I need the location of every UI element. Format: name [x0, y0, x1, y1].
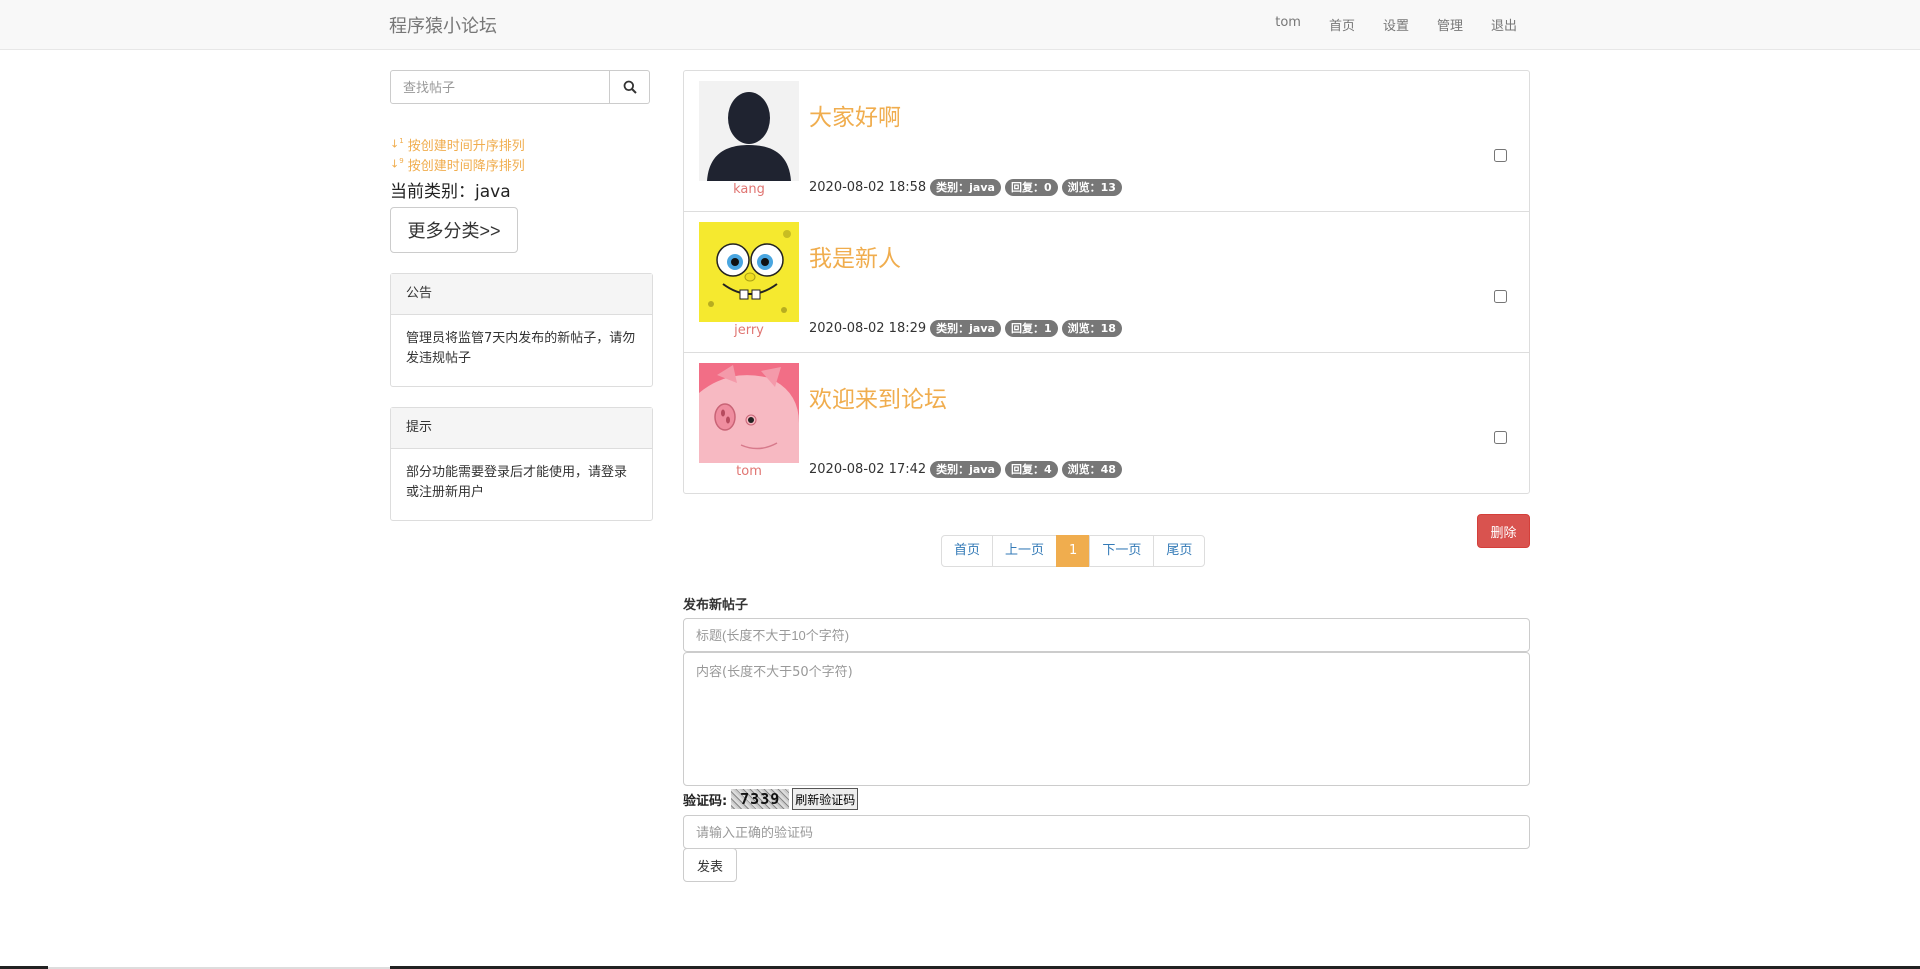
post-author[interactable]: kang — [699, 182, 799, 197]
replies-badge: 回复：0 — [1004, 179, 1058, 196]
main-content: kang 大家好啊 2020-08-02 18:58 类别：java 回复：0 … — [683, 70, 1530, 882]
nav-user-tom[interactable]: tom — [1275, 15, 1301, 34]
category-badge: 类别：java — [930, 179, 1001, 196]
search-button[interactable] — [610, 70, 650, 104]
delete-button[interactable]: 删除 — [1477, 514, 1530, 548]
post-select-checkbox[interactable] — [1494, 149, 1507, 162]
post-title-input[interactable] — [683, 618, 1530, 652]
replies-badge: 回复：1 — [1004, 320, 1058, 337]
tip-panel: 提示 部分功能需要登录后才能使用，请登录或注册新用户 — [390, 407, 653, 521]
avatar[interactable] — [699, 81, 799, 181]
site-brand[interactable]: 程序猿小论坛 — [389, 12, 497, 38]
post-meta: 2020-08-02 18:29 类别：java 回复：1 浏览：18 — [809, 320, 1122, 337]
sort-desc-link[interactable]: ↓9 按创建时间降序排列 — [390, 154, 653, 174]
post-item: kang 大家好啊 2020-08-02 18:58 类别：java 回复：0 … — [684, 71, 1529, 212]
nav-logout[interactable]: 退出 — [1491, 15, 1517, 34]
captcha-image: 7339 — [731, 789, 790, 809]
replies-badge: 回复：4 — [1004, 461, 1058, 478]
post-list: kang 大家好啊 2020-08-02 18:58 类别：java 回复：0 … — [683, 70, 1530, 494]
views-badge: 浏览：18 — [1061, 320, 1122, 337]
pagination: 首页 上一页 1 下一页 尾页 — [941, 535, 1206, 567]
post-item: jerry 我是新人 2020-08-02 18:29 类别：java 回复：1… — [684, 212, 1529, 353]
more-categories-button[interactable]: 更多分类>> — [390, 207, 518, 253]
sort-asc-label: 按创建时间升序排列 — [407, 138, 525, 154]
sort-desc-label: 按创建时间降序排列 — [407, 158, 525, 174]
tip-panel-body: 部分功能需要登录后才能使用，请登录或注册新用户 — [406, 465, 628, 500]
post-time: 2020-08-02 18:58 — [809, 180, 927, 195]
search-icon — [623, 80, 637, 94]
post-author[interactable]: jerry — [699, 323, 799, 338]
views-badge: 浏览：48 — [1061, 461, 1122, 478]
post-time: 2020-08-02 18:29 — [809, 321, 927, 336]
post-title[interactable]: 大家好啊 — [809, 98, 901, 132]
navbar: 程序猿小论坛 tom 首页 设置 管理 退出 — [0, 0, 1920, 50]
avatar[interactable] — [699, 363, 799, 463]
nav-admin[interactable]: 管理 — [1437, 15, 1463, 34]
post-author[interactable]: tom — [699, 464, 799, 479]
views-badge: 浏览：13 — [1061, 179, 1122, 196]
sort-asc-icon: ↓1 — [390, 137, 404, 151]
nav-links: tom 首页 设置 管理 退出 — [1247, 15, 1517, 34]
post-title[interactable]: 欢迎来到论坛 — [809, 380, 947, 414]
current-category: 当前类别：java — [390, 182, 511, 202]
category-badge: 类别：java — [930, 320, 1001, 337]
page-first[interactable]: 首页 — [941, 535, 994, 567]
sort-asc-link[interactable]: ↓1 按创建时间升序排列 — [390, 134, 653, 154]
page-last[interactable]: 尾页 — [1153, 535, 1206, 567]
sidebar: ↓1 按创建时间升序排列 ↓9 按创建时间降序排列 当前类别：java 更多分类… — [390, 70, 653, 521]
post-item: tom 欢迎来到论坛 2020-08-02 17:42 类别：java 回复：4… — [684, 353, 1529, 493]
page-next[interactable]: 下一页 — [1089, 535, 1155, 567]
post-select-checkbox[interactable] — [1494, 431, 1507, 444]
notice-panel-title: 公告 — [391, 274, 652, 315]
refresh-captcha-button[interactable]: 刷新验证码 — [792, 788, 859, 810]
captcha-row: 验证码: 7339 刷新验证码 — [683, 787, 859, 811]
captcha-label: 验证码: — [683, 793, 728, 809]
captcha-input[interactable] — [683, 815, 1530, 849]
spongebob-avatar-icon — [699, 222, 799, 322]
notice-panel-body: 管理员将监管7天内发布的新帖子，请勿发违规帖子 — [406, 331, 636, 366]
post-content-textarea[interactable] — [683, 652, 1530, 786]
sort-desc-icon: ↓9 — [390, 157, 404, 171]
category-badge: 类别：java — [930, 461, 1001, 478]
new-post-label: 发布新帖子 — [683, 598, 749, 613]
post-select-checkbox[interactable] — [1494, 290, 1507, 303]
page-prev[interactable]: 上一页 — [992, 535, 1058, 567]
nav-settings[interactable]: 设置 — [1383, 15, 1409, 34]
submit-post-button[interactable]: 发表 — [683, 848, 737, 882]
post-time: 2020-08-02 17:42 — [809, 462, 927, 477]
search-input[interactable] — [390, 70, 610, 104]
user-silhouette-icon — [699, 81, 799, 181]
page-current[interactable]: 1 — [1056, 535, 1091, 567]
post-meta: 2020-08-02 18:58 类别：java 回复：0 浏览：13 — [809, 179, 1122, 196]
notice-panel: 公告 管理员将监管7天内发布的新帖子，请勿发违规帖子 — [390, 273, 653, 387]
search-bar — [390, 70, 653, 104]
pink-pig-avatar-icon — [699, 363, 799, 463]
tip-panel-title: 提示 — [391, 408, 652, 449]
post-meta: 2020-08-02 17:42 类别：java 回复：4 浏览：48 — [809, 461, 1122, 478]
post-title[interactable]: 我是新人 — [809, 239, 901, 273]
nav-home[interactable]: 首页 — [1329, 15, 1355, 34]
avatar[interactable] — [699, 222, 799, 322]
